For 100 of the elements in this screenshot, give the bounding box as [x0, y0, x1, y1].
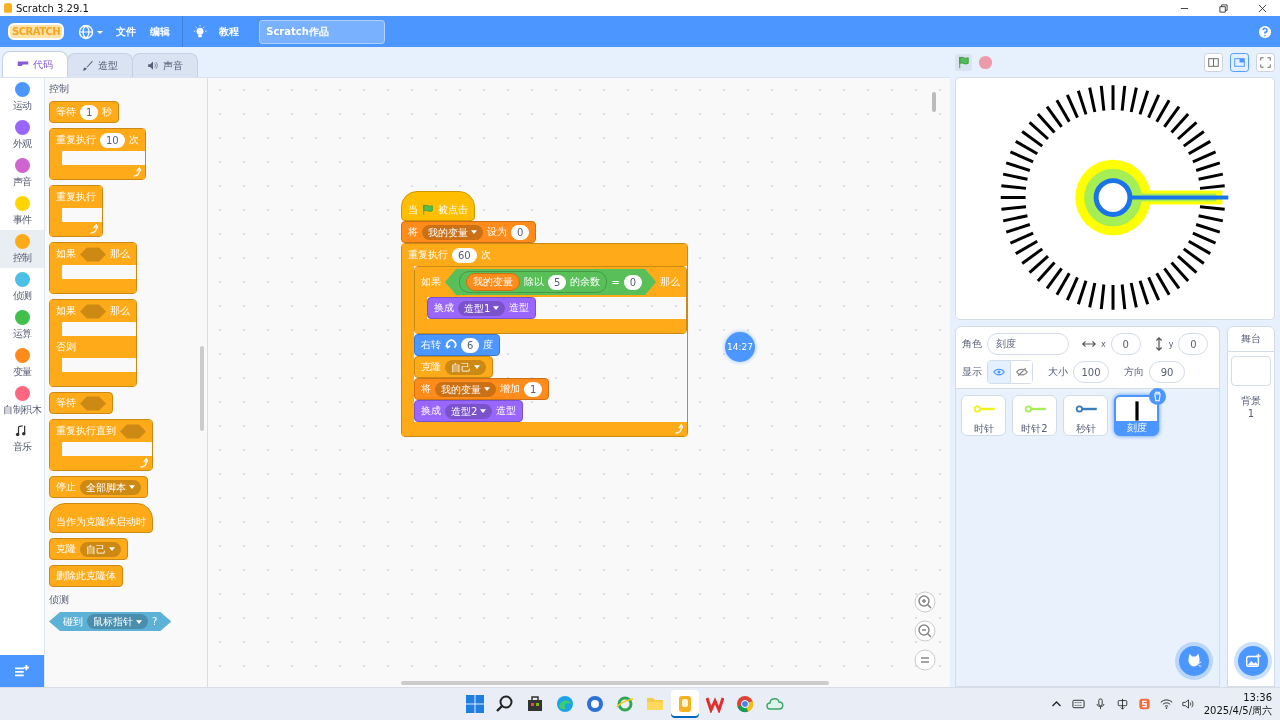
number-input[interactable]: 60: [452, 247, 477, 263]
zoom-reset-icon[interactable]: [914, 649, 936, 671]
cloud-icon: [765, 695, 784, 713]
field-label: 角色: [962, 337, 982, 351]
help-icon[interactable]: [1258, 24, 1272, 39]
caret-icon: [136, 619, 142, 624]
add-extension-button[interactable]: [0, 655, 44, 687]
category-item[interactable]: 自制积木: [0, 382, 44, 420]
sprite-tile[interactable]: 时针: [961, 395, 1006, 436]
close-icon[interactable]: [1258, 3, 1267, 13]
clock-time[interactable]: 13:36: [1243, 691, 1272, 704]
code-block[interactable]: 右转 6 度: [414, 334, 501, 356]
wifi-icon[interactable]: [1159, 698, 1173, 710]
block-label: 碰到: [63, 614, 83, 629]
block-label: 的余数: [570, 275, 601, 289]
field-label: 显示: [962, 365, 982, 379]
flag-icon: [422, 204, 434, 216]
block-label: 克隆: [56, 542, 76, 556]
category-item[interactable]: 运算: [0, 306, 44, 344]
horizontal-arrow-icon: [1082, 339, 1096, 349]
boolean-block[interactable]: 碰到 鼠标指针 ?: [49, 612, 172, 631]
category-item[interactable]: 音乐: [0, 420, 44, 457]
hide-button[interactable]: [1010, 361, 1032, 383]
number-input[interactable]: 0: [623, 274, 643, 290]
fullscreen-icon[interactable]: [1256, 52, 1275, 72]
block-label: 重复执行直到: [56, 424, 116, 438]
category-item[interactable]: 变量: [0, 344, 44, 382]
large-stage-icon[interactable]: [1230, 52, 1249, 72]
code-block[interactable]: 换成 造型2 造型: [414, 400, 524, 422]
reporter-block[interactable]: 我的变量 除以 5 的余数: [459, 271, 608, 293]
caret-icon: [484, 387, 490, 391]
app-icon: [4, 3, 12, 13]
category-item[interactable]: 控制: [0, 230, 44, 268]
tab[interactable]: 造型: [67, 53, 133, 77]
code-block[interactable]: 将 我的变量 设为 0: [401, 221, 537, 243]
code-block[interactable]: 换成 造型1 造型: [427, 297, 537, 319]
stop-icon[interactable]: [977, 53, 994, 71]
code-block[interactable]: 重复执行 10 次: [49, 128, 146, 180]
category-item[interactable]: 运动: [0, 78, 44, 116]
block-label: 造型: [496, 404, 517, 418]
block-label: 度: [483, 338, 494, 352]
code-block[interactable]: 如果 我的变量 除以 5 的余数 = 0 那么 换成 造型1 造型: [414, 266, 688, 334]
dropdown-menu[interactable]: 我的变量: [435, 381, 496, 397]
delete-icon[interactable]: [1149, 388, 1166, 405]
search-icon: [495, 695, 514, 713]
code-block[interactable]: 等待 1 秒: [49, 101, 120, 123]
small-stage-icon[interactable]: [1204, 52, 1223, 72]
sprite-tile[interactable]: 时针2: [1012, 395, 1057, 436]
number-input[interactable]: 10: [100, 132, 125, 148]
language-icon[interactable]: [78, 23, 105, 40]
flag-button[interactable]: [955, 53, 972, 71]
block-label: 秒: [102, 105, 113, 119]
caret-icon: [109, 547, 115, 551]
volume-icon[interactable]: [1181, 698, 1195, 710]
sprite-tile[interactable]: 秒针: [1063, 395, 1108, 436]
number-input[interactable]: 6: [461, 337, 480, 353]
stage-label: 舞台: [1228, 327, 1274, 352]
category-item[interactable]: 外观: [0, 116, 44, 154]
add-sprite-button[interactable]: [1179, 646, 1209, 676]
block-label: 次: [128, 133, 139, 147]
number-input[interactable]: 0: [511, 224, 530, 240]
dropdown-menu[interactable]: 造型2: [445, 403, 493, 419]
image-icon: [1244, 652, 1262, 670]
block-label: 被点击: [438, 203, 468, 217]
code-block[interactable]: 将 我的变量 增加 1: [414, 378, 550, 400]
zoom-in-icon[interactable]: [914, 591, 936, 613]
number-input[interactable]: 1: [524, 381, 543, 397]
block-label: 除以: [524, 275, 544, 289]
zigzag-icon: [705, 695, 724, 713]
loop-arrow-icon: [138, 458, 148, 468]
zoom-out-icon[interactable]: [914, 620, 936, 642]
block-label: 我的变量: [473, 275, 513, 289]
field-label: x: [1101, 339, 1106, 349]
code-block[interactable]: 重复执行 60 次 如果 我的变量 除以 5 的余数 = 0 那么 换成 造型1 造型 右转 6 度 克隆 自己 将 我的变量 增加 1 换成 造型2 造型: [401, 243, 689, 437]
number-input[interactable]: 5: [548, 274, 567, 290]
dropdown-menu[interactable]: 造型1: [458, 300, 506, 316]
microphone-icon[interactable]: [1093, 698, 1107, 710]
category-item[interactable]: 侦测: [0, 268, 44, 306]
backdrop-count: 1: [1247, 407, 1255, 420]
restore-icon[interactable]: [1219, 3, 1228, 13]
category-item[interactable]: 声音: [0, 154, 44, 192]
tab[interactable]: 代码: [2, 51, 68, 77]
tray-app-icon[interactable]: [1137, 698, 1151, 710]
input-method-icon[interactable]: [1115, 698, 1129, 710]
clock-date[interactable]: 2025/4/5/周六: [1203, 704, 1272, 717]
category-item[interactable]: 事件: [0, 192, 44, 230]
block-label: 换成: [434, 301, 454, 315]
dropdown-menu[interactable]: 鼠标指针: [87, 614, 148, 629]
number-input[interactable]: 1: [80, 104, 99, 120]
boolean-block[interactable]: 我的变量 除以 5 的余数 = 0: [445, 269, 657, 295]
block-label: 当作为克隆体启动时: [56, 515, 146, 529]
vertical-arrow-icon: [1153, 337, 1164, 351]
dropdown-menu[interactable]: 我的变量: [422, 224, 483, 240]
keyboard-icon[interactable]: [1071, 698, 1085, 710]
block-label: 换成: [421, 404, 441, 418]
add-backdrop-button[interactable]: [1238, 646, 1268, 676]
backdrop-thumbnail[interactable]: [1231, 356, 1271, 386]
show-button[interactable]: [988, 361, 1010, 383]
block-label: 将: [421, 382, 431, 396]
tab[interactable]: 声音: [132, 53, 198, 77]
